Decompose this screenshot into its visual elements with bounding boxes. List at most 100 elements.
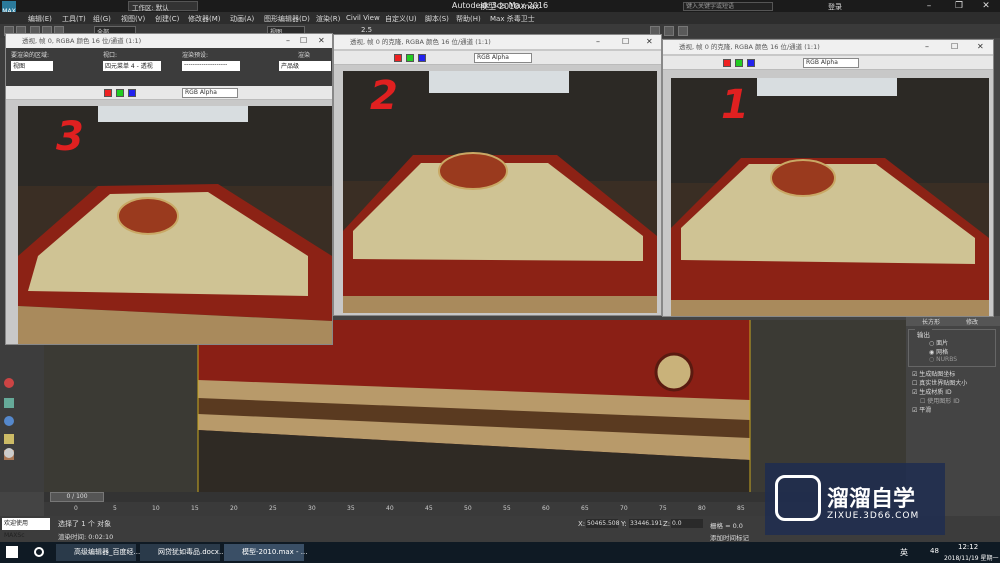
render-window-1-minimize[interactable]: – bbox=[925, 40, 929, 54]
menu-help[interactable]: 帮助(H) bbox=[456, 14, 481, 24]
search-input[interactable]: 键入关键字或短语 bbox=[683, 2, 773, 11]
grid-readout: 栅格 = 0.0 bbox=[710, 522, 743, 530]
red-channel-icon[interactable] bbox=[723, 59, 731, 67]
render-window-1-close[interactable]: ✕ bbox=[977, 40, 984, 54]
render-window-1-title: 透视, 帧 0 的克隆, RGBA 颜色 16 位/通道 (1:1) bbox=[679, 43, 820, 51]
red-channel-icon[interactable] bbox=[394, 54, 402, 62]
check-mat-id-label: 生成材质 ID bbox=[919, 389, 952, 396]
menu-views[interactable]: 视图(V) bbox=[121, 14, 145, 24]
render-window-1-toolbar: RGB Alpha bbox=[663, 56, 993, 70]
menu-create[interactable]: 创建(C) bbox=[155, 14, 179, 24]
snap-value[interactable]: 2.5 bbox=[361, 26, 372, 34]
render-window-3-maximize[interactable]: ☐ bbox=[300, 34, 307, 48]
green-channel-icon[interactable] bbox=[735, 59, 743, 67]
menu-animation[interactable]: 动画(A) bbox=[230, 14, 254, 24]
blue-channel-icon[interactable] bbox=[128, 89, 136, 97]
preset-label: 渲染预设: bbox=[182, 52, 209, 59]
tab-rectangle[interactable]: 长方形 bbox=[922, 317, 940, 326]
task-word-label: 网贷犹如毒品.docx... bbox=[158, 548, 226, 556]
clock-time[interactable]: 12:12 bbox=[958, 543, 978, 551]
menu-scripting[interactable]: 脚本(S) bbox=[425, 14, 449, 24]
close-button[interactable]: ✕ bbox=[972, 0, 1000, 12]
check-mat-id[interactable]: ☑ 生成材质 ID bbox=[912, 387, 952, 396]
create-shapes-icon[interactable] bbox=[4, 398, 14, 408]
render-window-2-minimize[interactable]: – bbox=[596, 35, 600, 49]
tick-label: 70 bbox=[620, 505, 628, 512]
viewport-select[interactable]: 四元菜单 4 - 透视 bbox=[103, 61, 161, 71]
render-window-2-maximize[interactable]: ☐ bbox=[622, 35, 629, 49]
tick-label: 5 bbox=[113, 505, 117, 512]
menu-group[interactable]: 组(G) bbox=[93, 14, 111, 24]
render-window-3-titlebar[interactable]: 透视, 帧 0, RGBA 颜色 16 位/通道 (1:1) – ☐ ✕ bbox=[6, 34, 332, 48]
clock-date[interactable]: 2018/11/19 星期一 bbox=[944, 553, 999, 562]
blue-channel-icon[interactable] bbox=[747, 59, 755, 67]
ime-indicator[interactable]: 英 bbox=[900, 547, 908, 558]
menu-max-antivirus[interactable]: Max 杀毒卫士 bbox=[490, 14, 535, 24]
render-window-1[interactable]: 透视, 帧 0 的克隆, RGBA 颜色 16 位/通道 (1:1) – ☐ ✕… bbox=[662, 39, 994, 317]
radio-mesh[interactable]: ◉ 网格 bbox=[929, 347, 948, 356]
menu-modifiers[interactable]: 修改器(M) bbox=[188, 14, 221, 24]
task-browser-label: 高级编辑器_百度经... bbox=[74, 548, 141, 556]
tick-label: 75 bbox=[659, 505, 667, 512]
check-smooth-label: 平滑 bbox=[919, 407, 932, 414]
render-time: 渲染时间: 0:02:10 bbox=[58, 533, 114, 541]
menu-graph-editors[interactable]: 图形编辑器(D) bbox=[264, 14, 310, 24]
task-3dsmax[interactable]: 模型-2010.max - ... bbox=[224, 544, 307, 561]
channel-select-1[interactable]: RGB Alpha bbox=[803, 58, 859, 68]
green-channel-icon[interactable] bbox=[116, 89, 124, 97]
task-browser[interactable]: 高级编辑器_百度经... bbox=[56, 544, 140, 561]
render-production-icon[interactable] bbox=[678, 26, 688, 36]
check-gen-mapping[interactable]: ☑ 生成贴图坐标 bbox=[912, 369, 955, 378]
x-field[interactable]: 50465.508 bbox=[586, 519, 619, 528]
notification-count[interactable]: 48 bbox=[930, 547, 939, 555]
minimize-button[interactable]: – bbox=[915, 0, 943, 12]
red-channel-icon[interactable] bbox=[104, 89, 112, 97]
rendered-frame-icon[interactable] bbox=[664, 26, 674, 36]
channel-select-3[interactable]: RGB Alpha bbox=[182, 88, 238, 98]
render-window-1-maximize[interactable]: ☐ bbox=[951, 40, 958, 54]
render-window-2[interactable]: 透视, 帧 0 的克隆, RGBA 颜色 16 位/通道 (1:1) – ☐ ✕… bbox=[333, 34, 662, 316]
maximize-button[interactable]: ❐ bbox=[945, 0, 973, 12]
tab-modify[interactable]: 修改 bbox=[966, 317, 978, 326]
preset-select[interactable]: -------------------- bbox=[182, 61, 240, 71]
render-window-2-close[interactable]: ✕ bbox=[646, 35, 653, 49]
selection-status: 选择了 1 个 对象 bbox=[58, 520, 112, 528]
task-word[interactable]: 网贷犹如毒品.docx... bbox=[140, 544, 226, 561]
start-icon[interactable] bbox=[6, 546, 18, 558]
menu-customize[interactable]: 自定义(U) bbox=[385, 14, 417, 24]
create-geometry-icon[interactable] bbox=[4, 378, 14, 388]
check-shape-id[interactable]: ☐ 使用图形 ID bbox=[920, 396, 960, 405]
check-real-world[interactable]: ☐ 真实世界贴图大小 bbox=[912, 378, 967, 387]
blue-channel-icon[interactable] bbox=[418, 54, 426, 62]
sphere-icon[interactable] bbox=[4, 448, 14, 458]
render-window-3-minimize[interactable]: – bbox=[286, 34, 290, 48]
render-window-2-titlebar[interactable]: 透视, 帧 0 的克隆, RGBA 颜色 16 位/通道 (1:1) – ☐ ✕ bbox=[334, 35, 661, 49]
menu-civil-view[interactable]: Civil View bbox=[346, 14, 380, 22]
create-cameras-icon[interactable] bbox=[4, 434, 14, 444]
maxscript-listener[interactable]: 欢迎使用 MAXSc bbox=[2, 518, 50, 539]
tick-label: 10 bbox=[152, 505, 160, 512]
create-lights-icon[interactable] bbox=[4, 416, 14, 426]
render-window-1-titlebar[interactable]: 透视, 帧 0 的克隆, RGBA 颜色 16 位/通道 (1:1) – ☐ ✕ bbox=[663, 40, 993, 54]
workspace-selector[interactable]: 工作区: 默认 bbox=[128, 1, 198, 12]
check-gen-mapping-label: 生成贴图坐标 bbox=[919, 371, 956, 378]
z-field[interactable]: 0.0 bbox=[671, 519, 703, 528]
render-window-3[interactable]: 透视, 帧 0, RGBA 颜色 16 位/通道 (1:1) – ☐ ✕ 要渲染… bbox=[5, 33, 333, 345]
search-taskbar-icon[interactable] bbox=[34, 547, 44, 557]
render-window-3-toolbar: RGB Alpha bbox=[6, 86, 332, 100]
check-smooth[interactable]: ☑ 平滑 bbox=[912, 405, 931, 414]
login-link[interactable]: 登录 bbox=[828, 2, 842, 12]
radio-nurbs[interactable]: ○ NURBS bbox=[929, 356, 957, 363]
menu-rendering[interactable]: 渲染(R) bbox=[316, 14, 340, 24]
area-select[interactable]: 视图 bbox=[11, 61, 53, 71]
menu-edit[interactable]: 编辑(E) bbox=[28, 14, 52, 24]
add-time-tag[interactable]: 添加时间标记 bbox=[710, 532, 749, 542]
production-select[interactable]: 产品级 bbox=[279, 61, 331, 71]
time-slider-thumb[interactable]: 0 / 100 bbox=[50, 492, 104, 502]
menu-tools[interactable]: 工具(T) bbox=[62, 14, 86, 24]
green-channel-icon[interactable] bbox=[406, 54, 414, 62]
radio-patch[interactable]: ○ 面片 bbox=[929, 338, 948, 347]
render-window-3-close[interactable]: ✕ bbox=[318, 34, 325, 48]
y-field[interactable]: 33446.191 bbox=[629, 519, 662, 528]
channel-select-2[interactable]: RGB Alpha bbox=[474, 53, 532, 63]
